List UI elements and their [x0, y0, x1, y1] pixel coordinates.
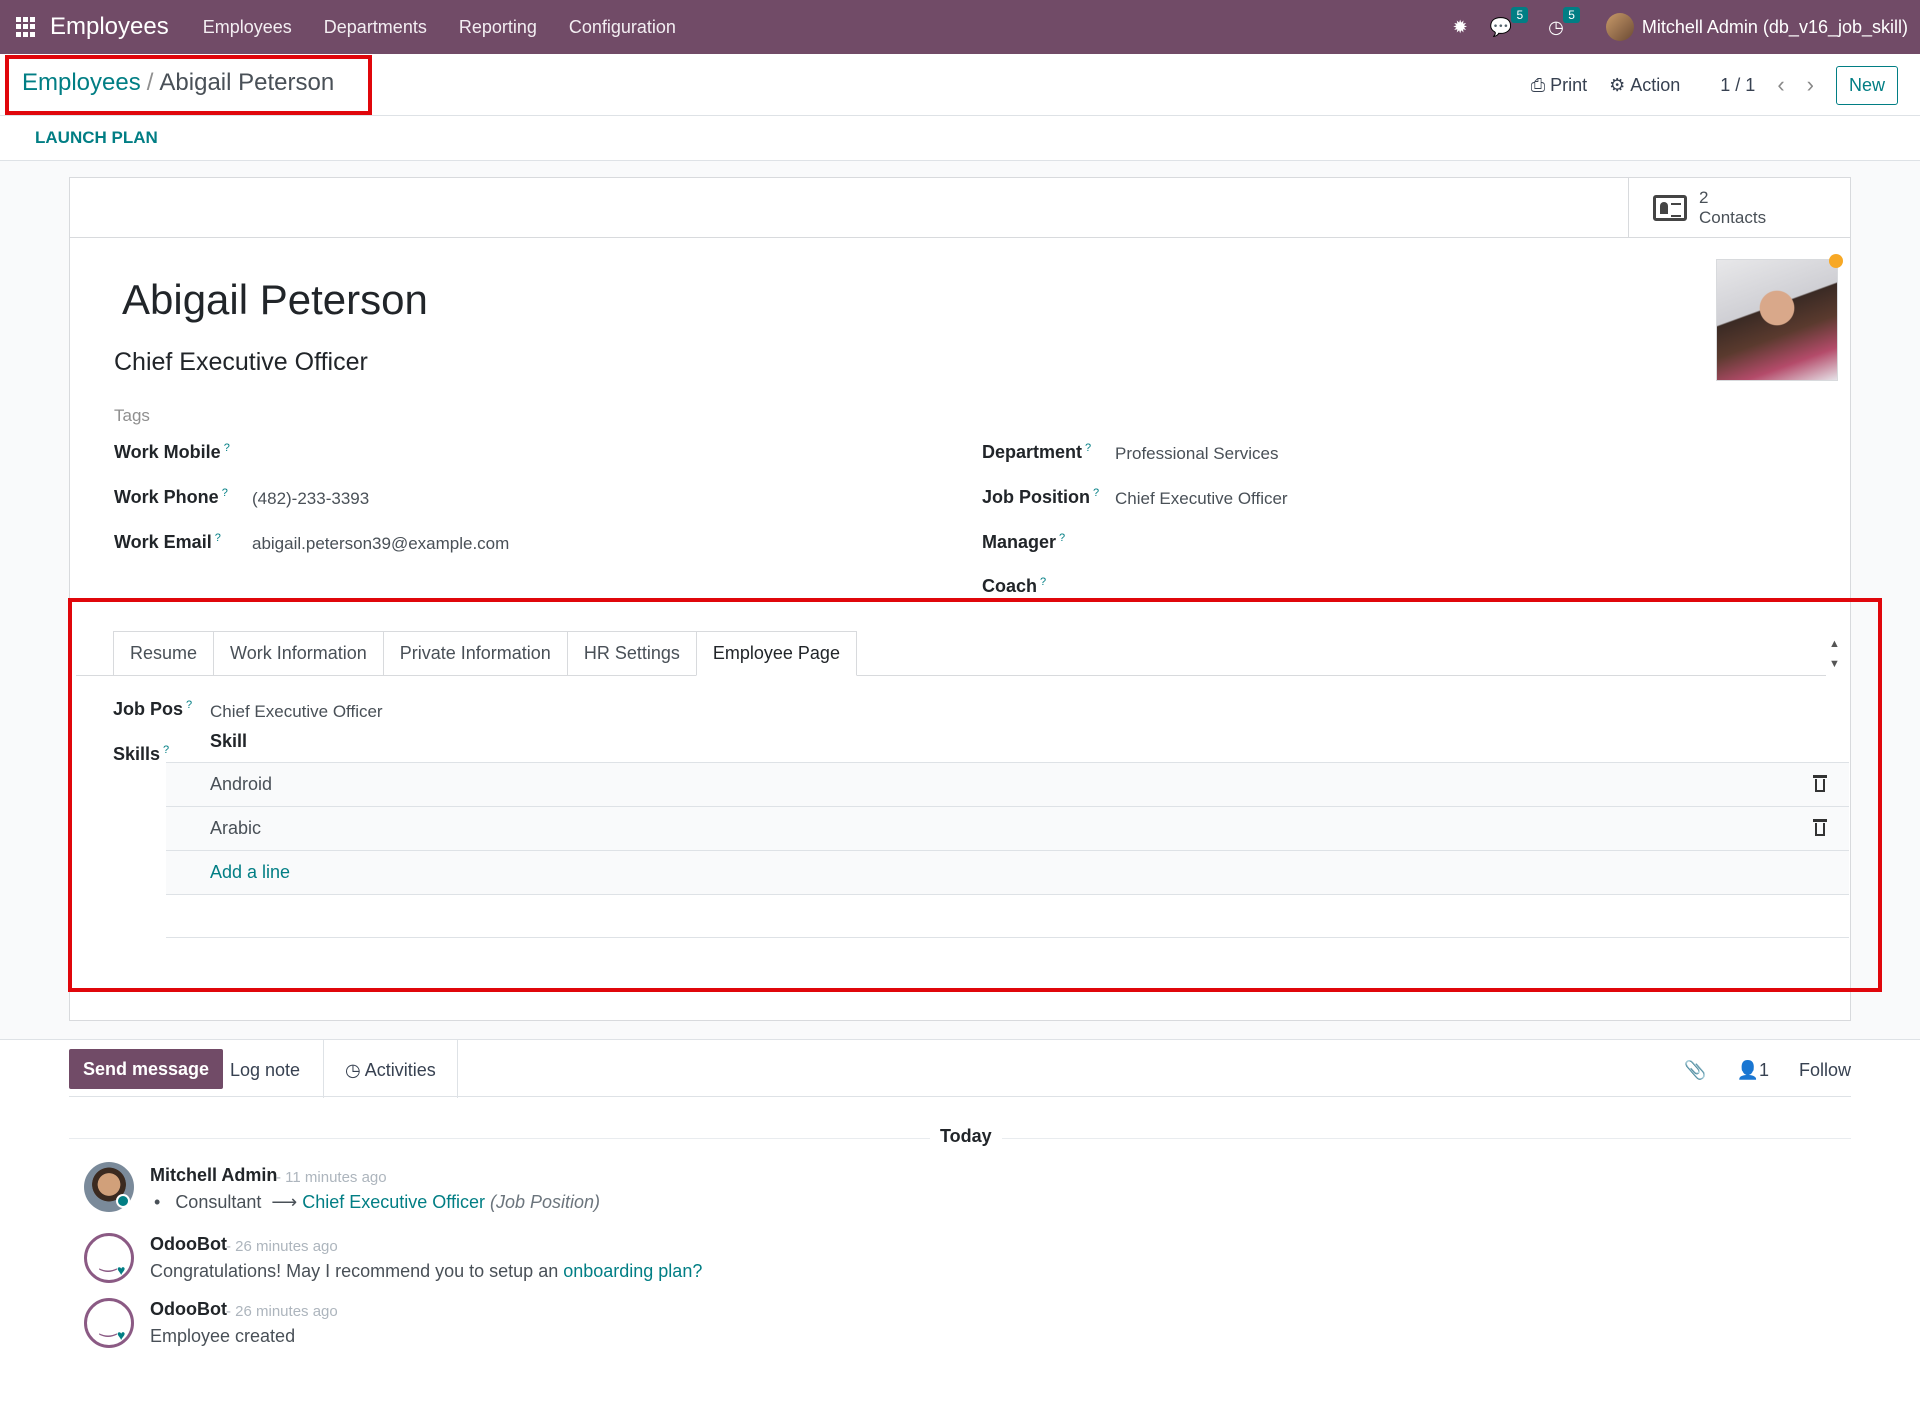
user-icon: 👤 — [1736, 1060, 1759, 1080]
arrow-right-icon: ⟶ — [271, 1192, 298, 1212]
notebook-highlight-box — [68, 598, 1882, 992]
user-name: Mitchell Admin (db_v16_job_skill) — [1641, 16, 1908, 37]
message-body: Congratulations! May I recommend you to … — [150, 1261, 703, 1281]
message-author[interactable]: Mitchell Admin — [150, 1165, 277, 1186]
presence-status-dot — [1829, 254, 1843, 268]
menu-employees[interactable]: Employees — [203, 17, 292, 38]
button-box: 2 Contacts — [70, 178, 1850, 238]
new-button[interactable]: New — [1835, 65, 1898, 105]
menu-departments[interactable]: Departments — [324, 17, 427, 38]
help-icon[interactable]: ? — [1093, 487, 1099, 499]
work-mobile-label: Work Mobile? — [114, 442, 230, 462]
help-icon[interactable]: ? — [1085, 442, 1091, 454]
help-icon[interactable]: ? — [1040, 576, 1046, 588]
print-icon: ⎙ — [1530, 74, 1546, 95]
contacts-count: 2 — [1699, 188, 1709, 207]
menu-configuration[interactable]: Configuration — [569, 17, 676, 38]
odoobot-avatar[interactable] — [84, 1298, 134, 1348]
manager-label: Manager? — [982, 532, 1066, 552]
activities-clock-icon[interactable]: ◷ 5 — [1548, 6, 1580, 38]
contacts-smart-button[interactable]: 2 Contacts — [1628, 178, 1850, 238]
message-body: Employee created — [150, 1326, 296, 1346]
address-card-icon — [1653, 195, 1687, 221]
chevron-right-icon[interactable]: › — [1807, 72, 1814, 98]
user-menu[interactable]: Mitchell Admin (db_v16_job_skill) — [1605, 13, 1908, 41]
help-icon[interactable]: ? — [215, 532, 221, 544]
message-author[interactable]: OdooBot — [150, 1234, 227, 1255]
department-label: Department? — [982, 442, 1092, 462]
help-icon[interactable]: ? — [222, 487, 228, 499]
messages-icon[interactable]: 💬 5 — [1490, 6, 1529, 38]
gear-icon: ⚙ — [1609, 74, 1626, 95]
work-email-field[interactable]: abigail.peterson39@example.com — [252, 534, 509, 554]
print-button[interactable]: ⎙ Print — [1531, 75, 1587, 96]
chevron-left-icon[interactable]: ‹ — [1777, 72, 1784, 98]
chatter-topbar: Send message Log note ◷ Activities 📎 👤1 … — [0, 1039, 1920, 1098]
activities-button[interactable]: ◷ Activities — [345, 1060, 436, 1081]
coach-label: Coach? — [982, 576, 1047, 596]
status-bar: LAUNCH PLAN — [0, 117, 1920, 161]
help-icon[interactable]: ? — [1059, 532, 1065, 544]
employee-job-title[interactable]: Chief Executive Officer — [114, 348, 368, 377]
help-icon[interactable]: ? — [224, 442, 230, 454]
app-title[interactable]: Employees — [50, 13, 169, 41]
onboarding-plan-link[interactable]: onboarding plan? — [563, 1261, 702, 1281]
message-author[interactable]: OdooBot — [150, 1299, 227, 1320]
top-navbar: Employees Employees Departments Reportin… — [0, 0, 1920, 54]
debug-bug-icon[interactable]: ✹ — [1453, 17, 1468, 38]
employee-name[interactable]: Abigail Peterson — [122, 276, 428, 324]
tags-input[interactable]: Tags — [114, 406, 150, 426]
apps-menu-icon[interactable] — [16, 17, 36, 37]
work-email-label: Work Email? — [114, 532, 221, 552]
pager-value[interactable]: 1 / 1 — [1720, 75, 1755, 96]
launch-plan-button[interactable]: LAUNCH PLAN — [35, 128, 158, 148]
action-button[interactable]: ⚙ Action — [1609, 75, 1680, 96]
activities-badge: 5 — [1563, 6, 1580, 23]
follow-button[interactable]: Follow — [1799, 1060, 1851, 1081]
breadcrumb-highlight-box — [5, 55, 372, 115]
employee-photo[interactable] — [1716, 259, 1838, 381]
contacts-label: Contacts — [1699, 208, 1767, 227]
log-note-button[interactable]: Log note — [230, 1060, 300, 1081]
work-phone-field[interactable]: (482)-233-3393 — [252, 489, 369, 509]
date-label: Today — [930, 1126, 1002, 1147]
user-avatar — [1605, 13, 1634, 41]
clock-icon: ◷ — [345, 1060, 365, 1080]
message-time: - 11 minutes ago — [276, 1169, 387, 1186]
job-position-label: Job Position? — [982, 487, 1100, 507]
work-phone-label: Work Phone? — [114, 487, 228, 507]
odoobot-avatar[interactable] — [84, 1233, 134, 1283]
messages-badge: 5 — [1511, 6, 1529, 23]
department-field[interactable]: Professional Services — [1115, 444, 1278, 464]
tracking-value: • Consultant ⟶ Chief Executive Officer (… — [154, 1192, 601, 1212]
heart-icon: ♥ — [117, 1327, 126, 1343]
paperclip-icon[interactable]: 📎 — [1684, 1060, 1706, 1081]
job-position-field[interactable]: Chief Executive Officer — [1115, 489, 1288, 509]
send-message-button[interactable]: Send message — [69, 1049, 224, 1089]
heart-icon: ♥ — [117, 1262, 126, 1278]
message-time: - 26 minutes ago — [226, 1238, 338, 1255]
followers-button[interactable]: 👤1 — [1737, 1060, 1769, 1081]
online-status-icon — [116, 1194, 130, 1208]
menu-reporting[interactable]: Reporting — [459, 17, 537, 38]
message-time: - 26 minutes ago — [226, 1303, 338, 1320]
